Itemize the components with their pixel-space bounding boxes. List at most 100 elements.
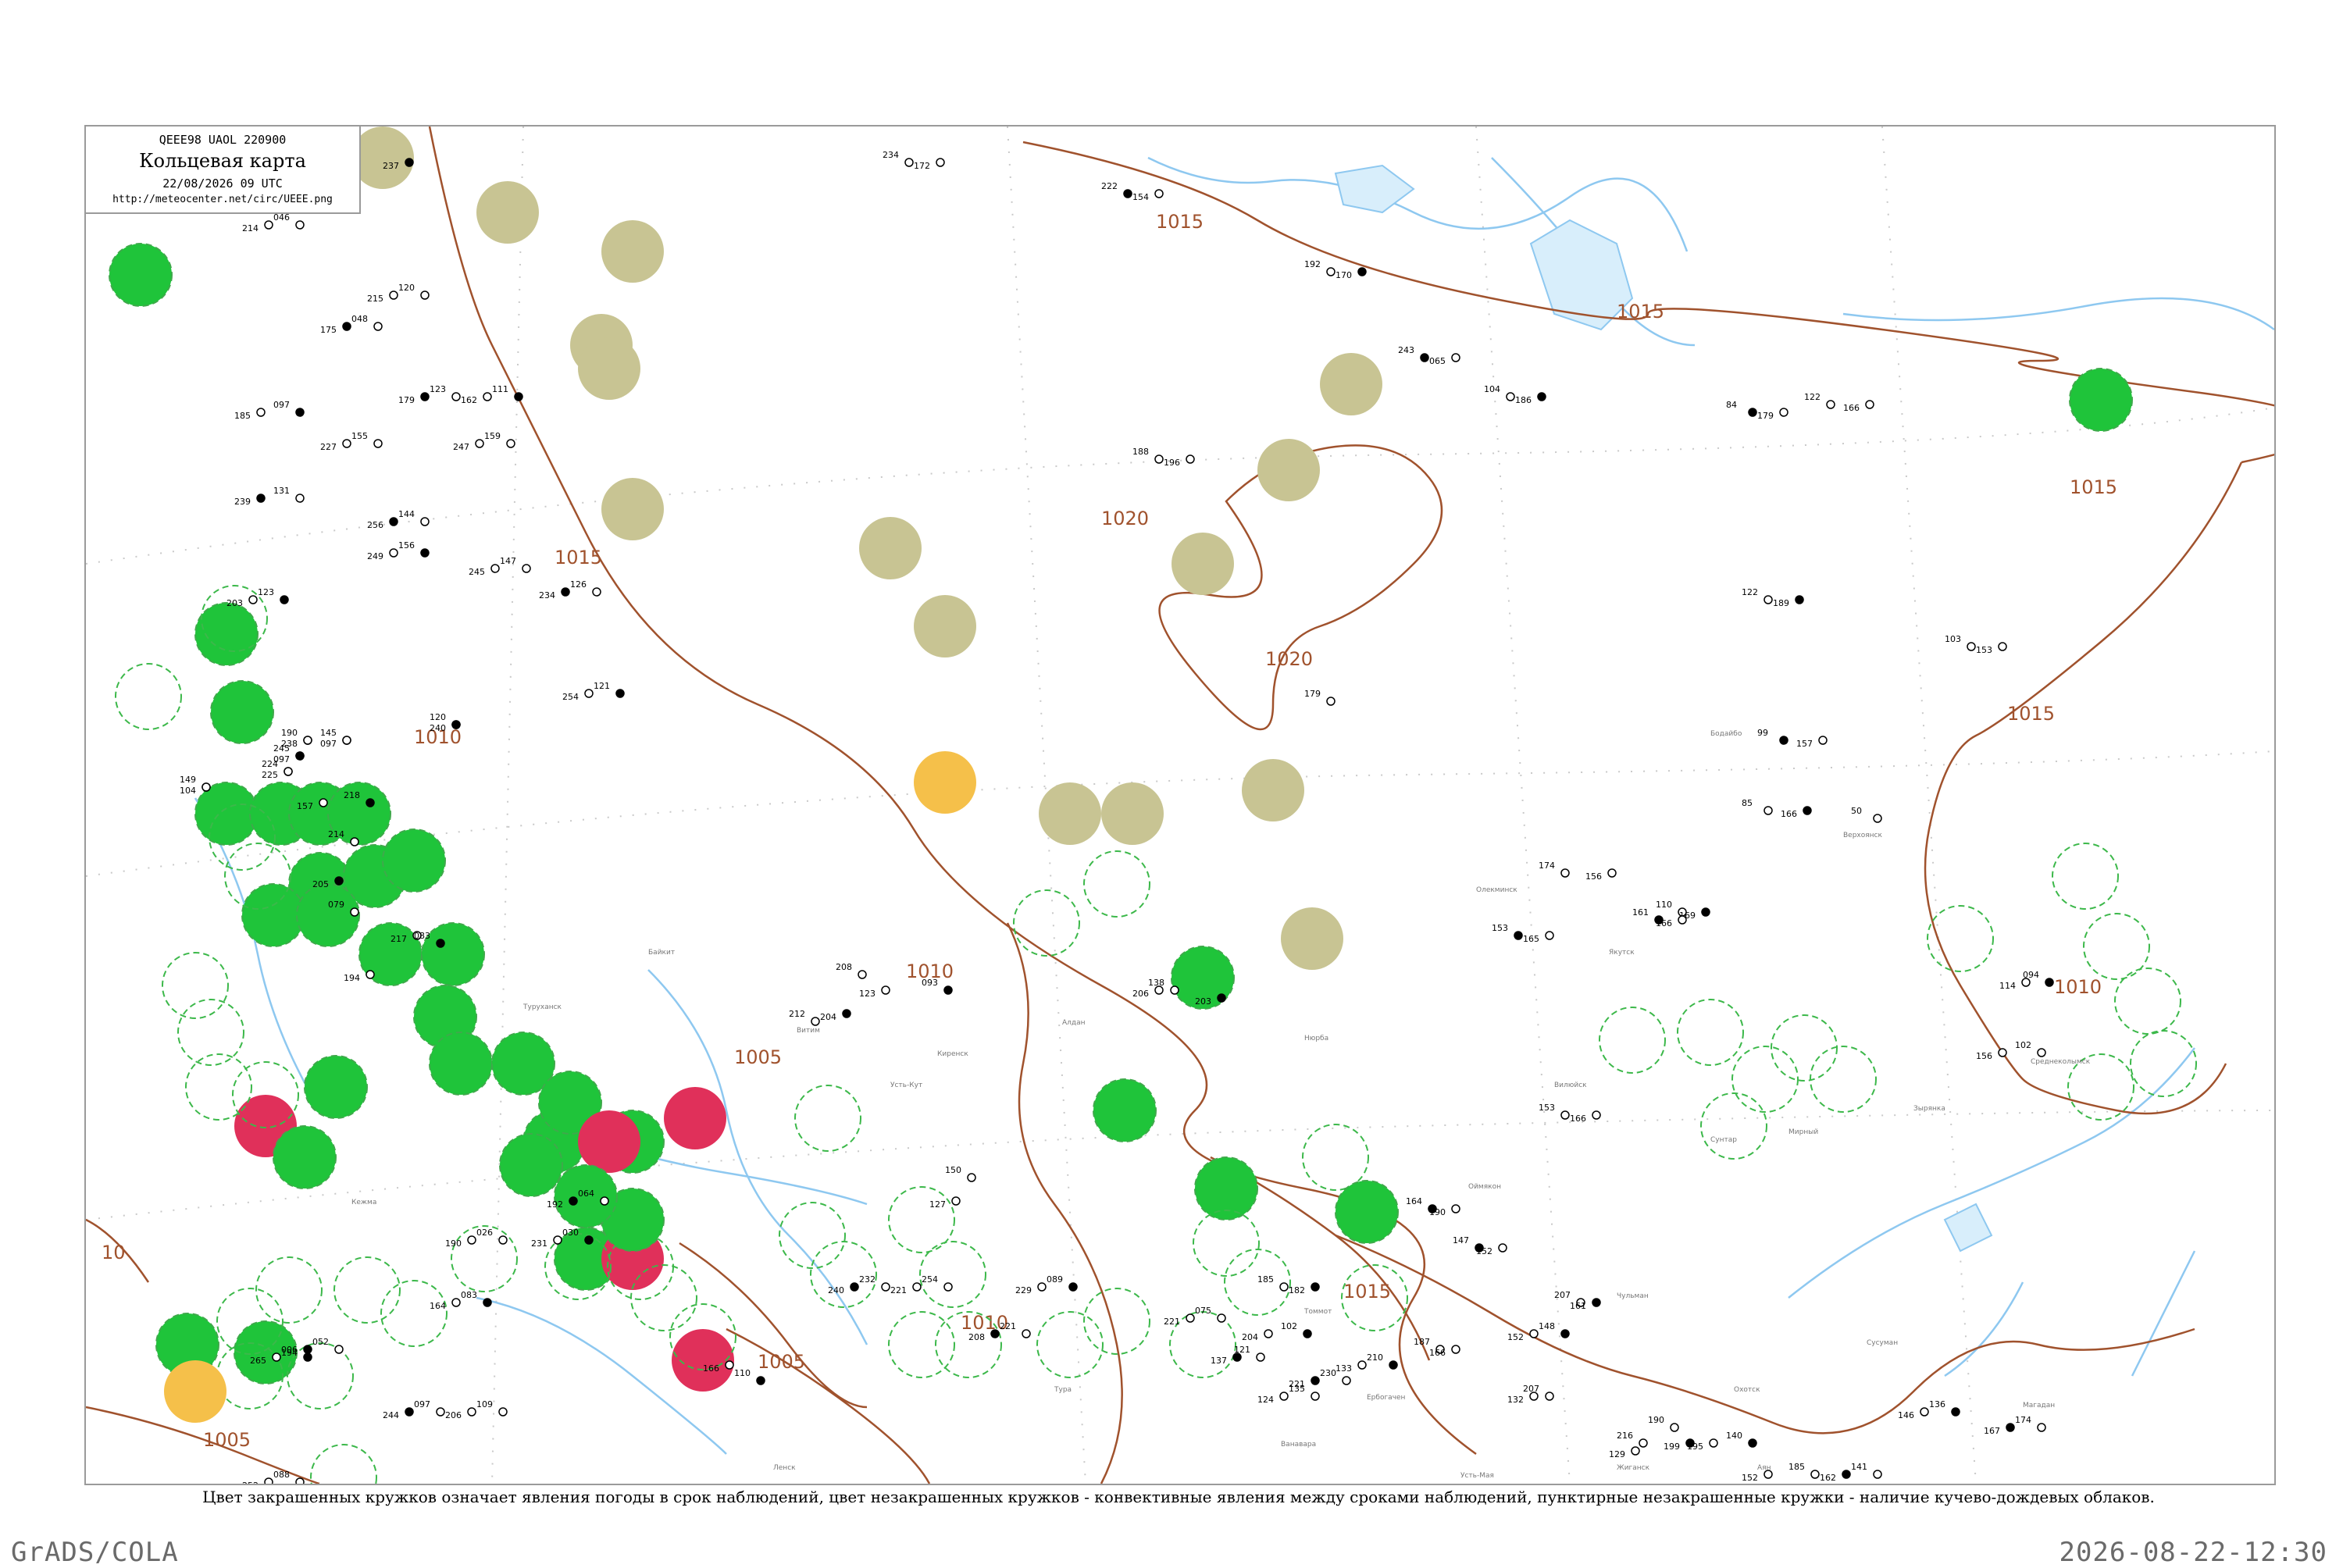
station-plot: 114 [1999,978,2031,991]
station-name: Охотск [1734,1386,1760,1394]
station-name: Жиганск [1617,1464,1650,1472]
cb-cloud-ring [2052,843,2119,910]
cloud-cover-icon [2037,1048,2046,1057]
station-name: Байкит [648,949,675,957]
source-url[interactable]: http://meteocenter.net/circ/UEEE.png [86,194,359,205]
station-value: 102 [1281,1321,1297,1331]
cloud-cover-icon [1186,454,1195,464]
station-value: 208 [836,962,852,972]
station-plot: 203 [226,595,258,608]
cloud-cover-icon [1357,267,1367,276]
cloud-cover-icon [1256,1352,1265,1362]
cloud-cover-icon [1537,392,1546,401]
station-name: Сунтар [1710,1136,1737,1144]
cloud-cover-icon [1514,931,1523,940]
station-plot: 166 [1429,1345,1460,1358]
station-value: 230 [1320,1368,1336,1378]
cloud-cover-icon [912,1282,922,1292]
station-name: Мирный [1788,1128,1818,1136]
station-plot: 146 [1898,1407,1929,1420]
cloud-cover-icon [990,1329,1000,1338]
station-value: 136 [1929,1399,1945,1409]
station-value: 187 [1414,1337,1430,1347]
weather-circle [1172,533,1234,595]
cloud-cover-icon [1951,1407,1960,1417]
cloud-cover-icon [881,1282,890,1292]
station-plot: 210 [1367,1352,1398,1370]
station-value: 218 [344,790,360,800]
cloud-cover-icon [1311,1376,1320,1385]
station-value: 123 [859,989,876,999]
station-value: 208 [968,1332,985,1342]
cloud-cover-icon [1818,736,1828,745]
map-canvas: 1015 1015 1015 1020 1020 1010 1010 1005 … [86,127,2274,1484]
station-value: 083 [461,1290,477,1300]
station-name: Ленск [773,1464,796,1472]
station-name: Якутск [1609,949,1635,957]
station-value: 206 [445,1410,462,1420]
cloud-cover-icon [342,439,351,448]
station-name: Томмот [1303,1308,1332,1316]
cloud-cover-icon [1592,1298,1601,1307]
station-plot: 207 [1523,1384,1554,1401]
cloud-cover-icon [451,720,461,729]
station-plot: 256 [367,517,398,530]
cloud-cover-icon [467,1235,476,1245]
station-value: 204 [1242,1332,1258,1342]
station-plot: 123 [430,384,461,401]
station-plot: 249 [367,548,398,561]
station-value: 50 [1851,806,1862,816]
station-value: 192 [547,1199,563,1210]
station-value: 192 [1304,259,1321,269]
station-name: Кежма [351,1199,376,1206]
station-value: 138 [1148,978,1164,988]
station-plot: 065 [1429,353,1460,366]
cloud-cover-icon [319,798,328,807]
cloud-cover-icon [405,1407,414,1417]
station-plot: 216 [1617,1431,1648,1448]
station-value: 167 [1984,1426,2000,1436]
station-value: 239 [234,497,251,507]
cloud-cover-icon [1154,189,1164,198]
station-plot: 175 [320,322,351,335]
station-plot: 152 [1507,1329,1539,1342]
cb-cloud-ring [1013,889,1080,957]
station-plot: 133 [1336,1360,1367,1374]
cloud-cover-icon [1685,1438,1695,1448]
station-plot: 179 [398,392,430,405]
station-value: 122 [1742,587,1758,597]
weather-circle [499,1133,563,1197]
station-plot: 162 [461,392,492,405]
station-value: 124 [1257,1395,1274,1405]
station-value: 245 [273,743,290,754]
station-value: 190 [1429,1207,1446,1217]
cloud-cover-icon [1795,595,1804,604]
cb-cloud-ring [1677,999,1744,1066]
station-plot: 155 [351,431,383,448]
station-plot: 129 [1609,1446,1640,1459]
isobar-label: 10 [102,1242,126,1263]
cloud-cover-icon [295,408,305,417]
isobar-label: 1015 [1156,211,1204,233]
station-value: 133 [1336,1363,1352,1374]
station-value: 093 [922,978,938,988]
cloud-cover-icon [1279,1392,1289,1401]
station-value: 164 [430,1301,446,1311]
station-plot: 136 [1929,1399,1960,1417]
station-value: 249 [367,551,383,561]
station-plot: 165 [1523,931,1554,944]
station-value: 174 [1539,861,1555,871]
station-value: 210 [1367,1352,1383,1363]
cloud-cover-icon [943,1282,953,1292]
station-value: 190 [1648,1415,1664,1425]
station-value: 159 [484,431,501,441]
station-value: 109 [476,1399,493,1409]
station-plot: 141 [1851,1462,1882,1479]
cloud-cover-icon [303,1352,312,1362]
isobar-label: 1020 [1265,648,1313,670]
station-value: 166 [1843,403,1860,413]
map-caption: Цвет закрашенных кружков означает явлени… [202,1488,2155,1506]
cloud-cover-icon [490,564,500,573]
station-value: 102 [2015,1040,2031,1050]
station-plot: 244 [383,1407,414,1420]
